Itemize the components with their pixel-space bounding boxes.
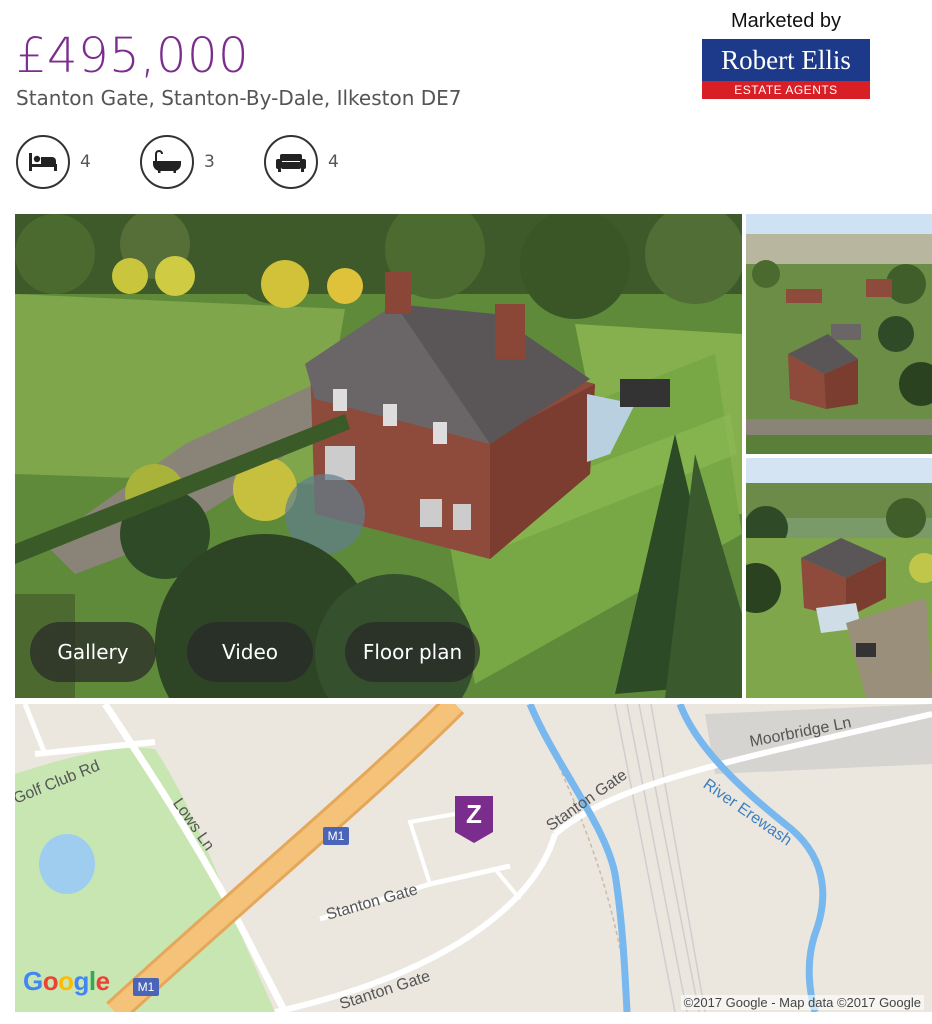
agent-logo-name: Robert Ellis — [721, 45, 851, 75]
floor-plan-button[interactable]: Floor plan — [345, 622, 480, 682]
agent-label: Marketed by — [730, 10, 842, 32]
listing-price: £495,000 — [16, 28, 250, 84]
agent-logo-subtitle: ESTATE AGENTS — [702, 81, 870, 99]
m1-shield-upper: M1 — [323, 827, 349, 845]
google-logo: Google — [23, 966, 110, 996]
map-copyright: ©2017 Google - Map data ©2017 Google — [680, 995, 924, 1010]
m1-shield-lower: M1 — [133, 978, 159, 996]
listing-address: Stanton Gate, Stanton-By-Dale, Ilkeston … — [16, 86, 462, 110]
sofa-icon — [264, 135, 318, 189]
receptions-feature: 4 — [264, 134, 339, 190]
bath-icon — [140, 135, 194, 189]
bed-icon — [16, 135, 70, 189]
bedrooms-count: 4 — [80, 152, 91, 172]
location-map[interactable]: M1 M1 Golf Club Rd Lows Ln Moorbridge Ln… — [15, 704, 932, 1012]
bedrooms-feature: 4 — [16, 134, 91, 190]
location-marker-icon[interactable]: Z — [455, 796, 493, 832]
main-photo[interactable]: Gallery Video Floor plan — [15, 214, 742, 698]
agent-logo[interactable]: Robert Ellis ESTATE AGENTS — [702, 39, 870, 99]
gallery-thumbnail[interactable] — [746, 214, 932, 454]
bathrooms-count: 3 — [204, 152, 215, 172]
bathrooms-feature: 3 — [140, 134, 215, 190]
receptions-count: 4 — [328, 152, 339, 172]
video-button[interactable]: Video — [187, 622, 313, 682]
photo-gallery: Gallery Video Floor plan — [15, 214, 932, 700]
gallery-thumbnail[interactable] — [746, 458, 932, 698]
gallery-button[interactable]: Gallery — [30, 622, 156, 682]
agent-branding: Marketed by Robert Ellis ESTATE AGENTS — [700, 10, 872, 99]
